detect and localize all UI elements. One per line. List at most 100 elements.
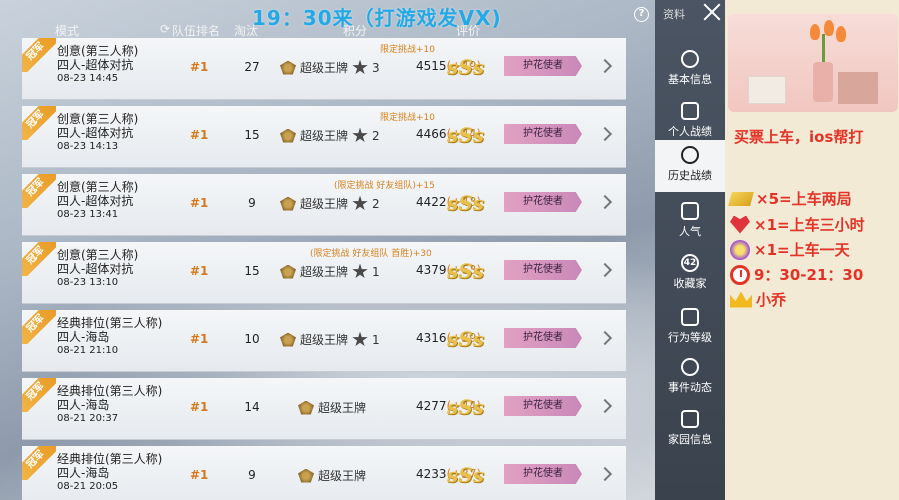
refresh-icon[interactable]: ⟳: [160, 22, 170, 36]
match-row[interactable]: 冠军 经典排位(第三人称) 四人-海岛 08-21 21:10 #1 10 超级…: [22, 310, 626, 372]
grade-sss: sSs: [447, 259, 484, 283]
champion-ribbon: 冠军: [22, 378, 56, 412]
tier-name: 超级王牌: [318, 469, 367, 483]
match-mode: 创意(第三人称) 四人-超体对抗 08-23 13:41: [57, 180, 138, 222]
badge-icon: [681, 50, 699, 68]
title-badge-button[interactable]: 护花使者: [504, 260, 582, 280]
header-score: 积分: [343, 24, 368, 38]
grade-sss: sSs: [447, 123, 484, 147]
grade-sss: sSs: [447, 395, 484, 419]
sidebar-item[interactable]: 行为等级: [655, 302, 725, 354]
header-mode: 模式: [55, 24, 80, 38]
chevron-right-icon[interactable]: [597, 126, 613, 142]
map-name: 四人-超体对抗: [57, 194, 134, 208]
match-mode: 经典排位(第三人称) 四人-海岛 08-21 20:05: [57, 452, 162, 494]
tier-stars: 3: [372, 60, 380, 75]
close-icon[interactable]: [701, 1, 723, 23]
title-badge-button[interactable]: 护花使者: [504, 56, 582, 76]
title-badge-button[interactable]: 护花使者: [504, 396, 582, 416]
grade-sss: sSs: [447, 55, 484, 79]
team-rank: #1: [190, 400, 209, 414]
match-row[interactable]: 冠军 创意(第三人称) 四人-超体对抗 08-23 13:10 #1 15 (限…: [22, 242, 626, 304]
tier-stars: 2: [372, 128, 380, 143]
team-rank: #1: [190, 468, 209, 482]
grade-sss: sSs: [447, 327, 484, 351]
mode-name: 创意(第三人称): [57, 44, 139, 58]
sidebar-item[interactable]: 人气: [655, 196, 725, 248]
match-mode: 创意(第三人称) 四人-超体对抗 08-23 14:13: [57, 112, 138, 154]
help-icon[interactable]: ?: [634, 7, 649, 22]
gold-bar-icon: [728, 191, 754, 206]
title-badge-button[interactable]: 护花使者: [504, 464, 582, 484]
star-icon: [352, 331, 368, 347]
ribbon-label: 冠军: [22, 174, 56, 208]
sidebar-item[interactable]: 42 收藏家: [655, 248, 725, 300]
map-name: 四人-海岛: [57, 466, 110, 480]
mode-name: 创意(第三人称): [57, 180, 139, 194]
team-rank: #1: [190, 60, 209, 74]
tier-name: 超级王牌: [300, 265, 349, 279]
promo-line-text: ×1=上车三小时: [754, 216, 865, 234]
chevron-right-icon[interactable]: [597, 330, 613, 346]
score-number: 4379: [416, 263, 447, 277]
promo-line-text: 9：30-21：30: [754, 266, 864, 284]
ace-badge-icon: [298, 400, 314, 415]
header-team-rank[interactable]: 队伍排名: [172, 22, 220, 39]
promo-line: 9：30-21：30: [730, 264, 863, 285]
sidebar-item[interactable]: 事件动态: [655, 352, 725, 404]
match-time: 08-21 21:10: [57, 345, 119, 356]
kill-count: 15: [244, 264, 260, 278]
history-icon: [681, 146, 699, 164]
score-number: 4422: [416, 195, 447, 209]
match-mode: 经典排位(第三人称) 四人-海岛 08-21 20:37: [57, 384, 162, 426]
chevron-right-icon[interactable]: [597, 194, 613, 210]
ribbon-label: 冠军: [22, 242, 56, 276]
sidebar-item-label: 人气: [679, 225, 701, 238]
promo-line: 小乔: [730, 289, 786, 310]
tier-info: 超级王牌 2: [280, 127, 380, 144]
ace-badge-icon: [298, 468, 314, 483]
sidebar-item[interactable]: 家园信息: [655, 404, 725, 456]
mode-name: 创意(第三人称): [57, 248, 139, 262]
clock-icon: [730, 264, 750, 285]
chevron-right-icon[interactable]: [597, 466, 613, 482]
match-mode: 创意(第三人称) 四人-超体对抗 08-23 13:10: [57, 248, 138, 290]
champion-ribbon: 冠军: [22, 106, 56, 140]
tier-info: 超级王牌 2: [280, 195, 380, 212]
ribbon-label: 冠军: [22, 106, 56, 140]
header-kills: 淘汰: [234, 24, 259, 38]
match-row[interactable]: 冠军 创意(第三人称) 四人-超体对抗 08-23 14:13 #1 15 限定…: [22, 106, 626, 168]
sidebar-item-label: 基本信息: [668, 73, 712, 86]
title-badge-button[interactable]: 护花使者: [504, 192, 582, 212]
map-name: 四人-超体对抗: [57, 126, 134, 140]
match-row[interactable]: 冠军 经典排位(第三人称) 四人-海岛 08-21 20:37 #1 14 超级…: [22, 378, 626, 440]
champion-ribbon: 冠军: [22, 310, 56, 344]
promo-line-text: 小乔: [756, 291, 787, 309]
team-rank: #1: [190, 196, 209, 210]
title-badge-button[interactable]: 护花使者: [504, 124, 582, 144]
champion-ribbon: 冠军: [22, 446, 56, 480]
chevron-right-icon[interactable]: [597, 262, 613, 278]
match-row[interactable]: 冠军 创意(第三人称) 四人-超体对抗 08-23 13:41 #1 9 (限定…: [22, 174, 626, 236]
bonus-text: 限定挑战+10: [380, 113, 435, 123]
sidebar-item[interactable]: 历史战绩: [655, 140, 725, 192]
tier-info: 超级王牌 3: [280, 59, 380, 76]
kill-count: 14: [244, 400, 260, 414]
vase-image: [813, 62, 833, 102]
team-rank: #1: [190, 332, 209, 346]
chevron-right-icon[interactable]: [597, 398, 613, 414]
ace-badge-icon: [280, 332, 296, 347]
title-badge-button[interactable]: 护花使者: [504, 328, 582, 348]
ace-badge-icon: [280, 128, 296, 143]
kill-count: 9: [248, 196, 256, 210]
sidebar-item[interactable]: 基本信息: [655, 44, 725, 96]
grade-sss: sSs: [447, 463, 484, 487]
match-time: 08-21 20:37: [57, 413, 119, 424]
match-row[interactable]: 冠军 经典排位(第三人称) 四人-海岛 08-21 20:05 #1 9 超级王…: [22, 446, 626, 500]
kill-count: 27: [244, 60, 260, 74]
sidebar-item-label: 家园信息: [668, 433, 712, 446]
match-row[interactable]: 冠军 创意(第三人称) 四人-超体对抗 08-23 14:45 #1 27 限定…: [22, 38, 626, 100]
chevron-right-icon[interactable]: [597, 58, 613, 74]
promo-photo: [728, 14, 898, 112]
score-number: 4277: [416, 399, 447, 413]
